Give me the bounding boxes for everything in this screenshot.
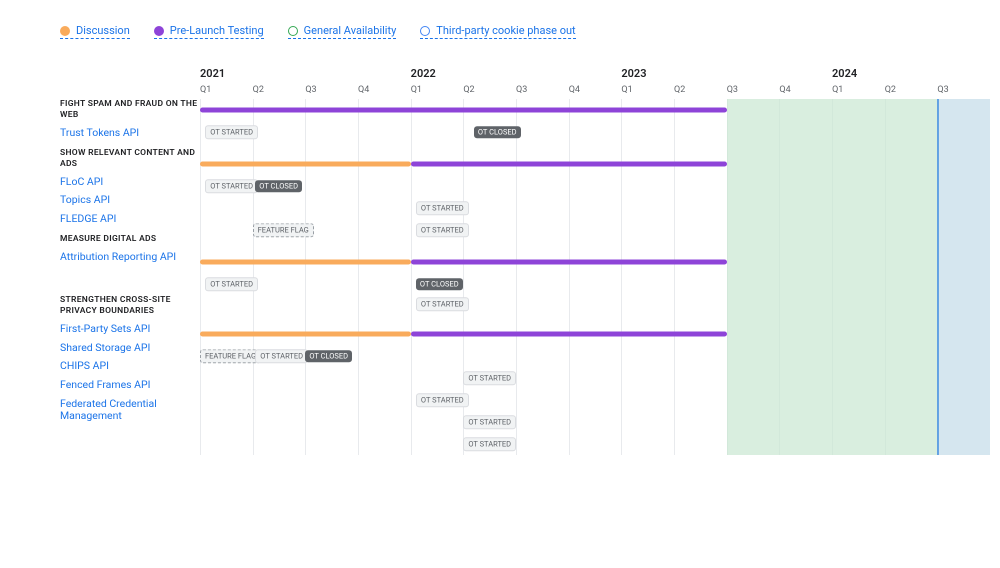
gantt-chart: FIGHT SPAM AND FRAUD ON THE WEB Trust Tok… xyxy=(60,67,990,455)
legend-label: General Availability xyxy=(304,24,397,37)
section-heading: FIGHT SPAM AND FRAUD ON THE WEB xyxy=(60,99,200,121)
quarter-label: Q3 xyxy=(516,85,569,99)
section-heading: SHOW RELEVANT CONTENT AND ADS xyxy=(60,148,200,170)
quarter-label: Q4 xyxy=(358,85,411,99)
section-heading: STRENGTHEN CROSS-SITE PRIVACY BOUNDARIES xyxy=(60,295,200,317)
quarter-label: Q1 xyxy=(621,85,674,99)
event-pill-ot-started: OT STARTED xyxy=(416,201,469,215)
section-bar-row xyxy=(200,153,990,175)
legend-item-1[interactable]: Pre-Launch Testing xyxy=(154,24,264,39)
event-pill-ot-started: OT STARTED xyxy=(463,437,516,451)
api-row: OT STARTEDOT CLOSED xyxy=(200,175,990,197)
testing-bar xyxy=(200,108,727,113)
api-row: OT STARTED OT CLOSED xyxy=(200,273,990,295)
legend-label: Discussion xyxy=(76,24,130,37)
legend-item-3[interactable]: Third-party cookie phase out xyxy=(420,24,575,39)
api-link[interactable]: Federated Credential Management xyxy=(60,398,200,423)
section-heading: MEASURE DIGITAL ADS xyxy=(60,234,200,245)
quarter-label: Q3 xyxy=(727,85,780,99)
event-pill-ot-started: OT STARTED xyxy=(205,277,258,291)
quarter-label: Q1 xyxy=(411,85,464,99)
section-bar-row xyxy=(200,99,990,121)
quarter-label: Q2 xyxy=(674,85,727,99)
api-row: OT STARTED xyxy=(200,367,990,389)
discussion-bar xyxy=(200,162,411,167)
api-row: OT STARTED OT CLOSED xyxy=(200,121,990,143)
legend-swatch xyxy=(288,26,298,36)
api-row: OT STARTED xyxy=(200,433,990,455)
api-row: FEATURE FLAG OT STARTED xyxy=(200,219,990,241)
api-link[interactable]: FLEDGE API xyxy=(60,213,200,226)
legend-item-2[interactable]: General Availability xyxy=(288,24,397,39)
testing-bar xyxy=(411,332,727,337)
quarter-label: Q1 xyxy=(832,85,885,99)
event-pill-ot-closed: OT CLOSED xyxy=(305,350,352,362)
event-pill-ot-started: OT STARTED xyxy=(255,349,308,363)
api-link[interactable]: Fenced Frames API xyxy=(60,379,200,392)
api-row: OT STARTED xyxy=(200,389,990,411)
testing-bar xyxy=(411,260,727,265)
api-row: FEATURE FLAGOT STARTEDOT CLOSED xyxy=(200,345,990,367)
event-pill-feature-flag: FEATURE FLAG xyxy=(200,349,261,363)
year-label: 2023 xyxy=(621,67,832,81)
timeline-column: 2021202220232024 Q1Q2Q3Q4Q1Q2Q3Q4Q1Q2Q3Q… xyxy=(200,67,990,455)
year-label: 2021 xyxy=(200,67,411,81)
quarter-label: Q1 xyxy=(200,85,253,99)
discussion-bar xyxy=(200,332,411,337)
api-link[interactable]: First-Party Sets API xyxy=(60,323,200,336)
quarter-label: Q2 xyxy=(885,85,938,99)
legend-swatch xyxy=(154,26,164,36)
event-pill-ot-started: OT STARTED xyxy=(463,371,516,385)
row-labels-column: FIGHT SPAM AND FRAUD ON THE WEB Trust Tok… xyxy=(60,67,200,455)
event-pill-ot-closed: OT CLOSED xyxy=(416,278,463,290)
event-pill-ot-closed: OT CLOSED xyxy=(255,180,302,192)
event-pill-feature-flag: FEATURE FLAG xyxy=(253,223,314,237)
event-pill-ot-closed: OT CLOSED xyxy=(474,126,521,138)
quarter-label: Q3 xyxy=(937,85,990,99)
event-pill-ot-started: OT STARTED xyxy=(205,179,258,193)
api-link[interactable]: CHIPS API xyxy=(60,360,200,373)
api-link[interactable]: Attribution Reporting API xyxy=(60,251,200,264)
api-row: OT STARTED xyxy=(200,411,990,433)
event-pill-ot-started: OT STARTED xyxy=(416,223,469,237)
legend-swatch xyxy=(420,26,430,36)
quarter-label: Q2 xyxy=(253,85,306,99)
quarter-header: Q1Q2Q3Q4Q1Q2Q3Q4Q1Q2Q3Q4Q1Q2Q3 xyxy=(200,85,990,99)
legend-label: Third-party cookie phase out xyxy=(436,24,575,37)
legend: Discussion Pre-Launch Testing General Avai… xyxy=(60,24,990,39)
api-link[interactable]: Topics API xyxy=(60,194,200,207)
api-row: OT STARTED xyxy=(200,197,990,219)
section-bar-row xyxy=(200,251,990,273)
year-label: 2022 xyxy=(411,67,622,81)
legend-item-0[interactable]: Discussion xyxy=(60,24,130,39)
year-header: 2021202220232024 xyxy=(200,67,990,81)
api-link[interactable]: Shared Storage API xyxy=(60,342,200,355)
quarter-label: Q4 xyxy=(779,85,832,99)
api-link[interactable]: FLoC API xyxy=(60,176,200,189)
api-link[interactable]: Trust Tokens API xyxy=(60,127,200,140)
gantt-rows: OT STARTEDOT CLOSEDOT STARTEDOT CLOSEDOT… xyxy=(200,99,990,455)
section-bar-row xyxy=(200,323,990,345)
quarter-label: Q3 xyxy=(305,85,358,99)
testing-bar xyxy=(411,162,727,167)
legend-swatch xyxy=(60,26,70,36)
discussion-bar xyxy=(200,260,411,265)
event-pill-ot-started: OT STARTED xyxy=(205,125,258,139)
event-pill-ot-started: OT STARTED xyxy=(416,393,469,407)
year-label: 2024 xyxy=(832,67,990,81)
quarter-label: Q2 xyxy=(463,85,516,99)
api-row-extra: OT STARTED xyxy=(200,295,990,313)
quarter-label: Q4 xyxy=(569,85,622,99)
event-pill-ot-started: OT STARTED xyxy=(416,297,469,311)
legend-label: Pre-Launch Testing xyxy=(170,24,264,37)
event-pill-ot-started: OT STARTED xyxy=(463,415,516,429)
